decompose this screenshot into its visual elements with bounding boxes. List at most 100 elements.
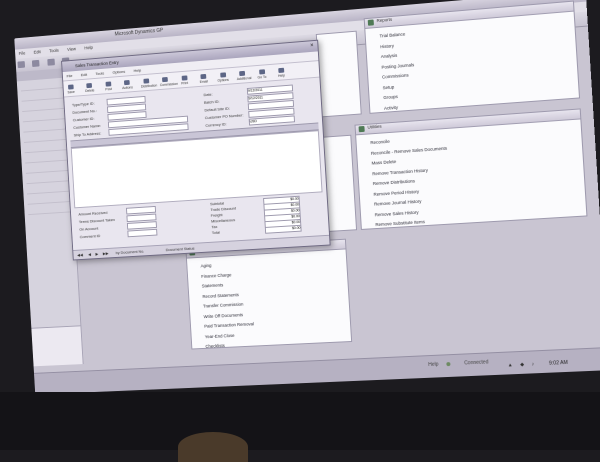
help-link[interactable]: Help <box>428 362 439 368</box>
distribution-icon <box>143 78 150 84</box>
dialog-menu-tools[interactable]: Tools <box>95 71 104 76</box>
last-record-icon[interactable]: ▶▶ <box>103 251 109 256</box>
customer-id-label: Customer ID: <box>72 115 95 123</box>
actions-button[interactable]: Actions <box>122 79 134 91</box>
previous-record-icon[interactable]: ◀ <box>88 252 91 257</box>
sort-order[interactable]: by Document No. <box>116 249 145 255</box>
customer-name-label: Customer Name: <box>73 123 102 130</box>
delete-label: Delete <box>85 88 95 93</box>
total-value: $0.00 <box>264 224 302 234</box>
forward-icon[interactable] <box>32 59 40 67</box>
document-no-label: Document No.: <box>72 108 97 115</box>
additional-label: Additional <box>236 76 252 82</box>
po-number-label: Customer PO Number: <box>204 112 244 121</box>
nav-item[interactable] <box>25 162 68 174</box>
routines-list: Aging Finance Charge Statements Record S… <box>187 249 351 352</box>
additional-icon <box>239 70 246 77</box>
options-icon <box>219 72 226 78</box>
nav-item[interactable] <box>27 193 70 205</box>
nav-item[interactable] <box>26 183 69 195</box>
close-icon[interactable]: × <box>310 41 314 52</box>
reports-list: Trial Balance History Analysis Posting J… <box>365 12 579 115</box>
menu-help[interactable]: Help <box>84 45 93 50</box>
comment-id-label: Comment ID <box>79 233 101 240</box>
first-record-icon[interactable]: ◀◀ <box>77 252 83 257</box>
total-label: Total <box>211 229 220 236</box>
email-button[interactable]: Email <box>198 73 210 85</box>
reports-icon <box>367 19 374 26</box>
menu-view[interactable]: View <box>67 46 76 51</box>
reports-title: Reports <box>376 16 393 24</box>
go-to-button[interactable]: Go To <box>256 69 268 80</box>
date-label: Date: <box>203 91 213 98</box>
menu-tools[interactable]: Tools <box>49 48 59 53</box>
commission-label: Commission <box>159 81 179 88</box>
menu-file[interactable]: File <box>19 51 26 56</box>
back-icon[interactable] <box>17 61 26 69</box>
post-icon <box>105 81 112 87</box>
commission-icon <box>162 76 169 83</box>
post-label: Post <box>105 87 112 92</box>
nav-item[interactable] <box>24 141 67 154</box>
dialog-menu-file[interactable]: File <box>66 73 72 78</box>
utilities-panel: Utilities Reconcile Reconcile - Remove S… <box>354 108 588 231</box>
currency-id-label: Currency ID: <box>205 121 227 128</box>
distribution-button[interactable]: Distribution <box>140 78 157 89</box>
menu-edit[interactable]: Edit <box>34 49 41 54</box>
nav-item[interactable] <box>27 203 71 216</box>
help-label: Help <box>277 73 286 78</box>
additional-button[interactable]: Additional <box>236 70 252 82</box>
amount-received-label: Amount Received <box>78 210 108 217</box>
save-button[interactable]: Save <box>65 84 77 95</box>
nav-item[interactable] <box>25 172 69 185</box>
options-button[interactable]: Options <box>217 72 229 83</box>
save-icon <box>67 84 74 90</box>
options-label: Options <box>217 77 229 83</box>
projector-floor <box>0 392 600 450</box>
home-icon[interactable] <box>47 58 55 66</box>
print-button[interactable]: Print <box>179 75 191 86</box>
nav-item[interactable] <box>24 152 67 164</box>
batch-id-label: Batch ID: <box>203 98 220 105</box>
clock: 9:02 AM <box>548 359 569 367</box>
post-button[interactable]: Post <box>103 81 115 92</box>
utilities-list: Reconcile Reconcile - Remove Sales Docum… <box>356 119 586 231</box>
delete-icon <box>86 82 93 89</box>
freight-label: Freight <box>210 212 223 218</box>
delete-button[interactable]: Delete <box>84 82 96 94</box>
reports-panel: Reports Trial Balance History Analysis P… <box>363 0 581 115</box>
system-tray[interactable]: ▲ ◆ ♪ <box>508 361 538 368</box>
routines-panel: Routines Aging Finance Charge Statements… <box>185 238 353 352</box>
comment-id-field[interactable] <box>127 228 158 238</box>
next-record-icon[interactable]: ▶ <box>95 251 98 256</box>
app-window: Microsoft Dynamics GP File Edit Tools Vi… <box>14 0 600 395</box>
dialog-menu-edit[interactable]: Edit <box>81 72 88 77</box>
window-title: Microsoft Dynamics GP <box>114 27 164 38</box>
document-status: Document Status <box>165 245 195 253</box>
commission-button[interactable]: Commission <box>159 76 178 88</box>
on-account-label: On Account <box>79 225 99 232</box>
help-button[interactable]: Help <box>275 67 287 79</box>
site-id-label: Default Site ID: <box>204 105 230 113</box>
go-to-icon <box>258 69 265 75</box>
ship-to-label: Ship To Address: <box>73 130 102 138</box>
print-icon <box>181 75 188 81</box>
nav-button-area[interactable] <box>31 325 83 367</box>
actions-icon <box>124 79 131 86</box>
connection-status: Connected <box>463 359 489 367</box>
tax-label: Tax <box>211 224 218 230</box>
connection-icon <box>446 362 451 367</box>
transaction-entry-dialog: Sales Transaction Entry × File Edit Tool… <box>61 39 331 261</box>
miscellaneous-label: Miscellaneous <box>210 217 236 224</box>
email-label: Email <box>199 79 209 85</box>
distribution-label: Distribution <box>140 83 158 89</box>
dialog-menu-options[interactable]: Options <box>112 69 125 75</box>
screen: Microsoft Dynamics GP File Edit Tools Vi… <box>8 0 600 453</box>
email-icon <box>200 73 207 80</box>
terms-discount-label: Terms Discount Taken <box>78 217 116 225</box>
dialog-title: Sales Transaction Entry <box>74 59 119 69</box>
dialog-menu-help[interactable]: Help <box>133 68 141 73</box>
status-bar: Help Connected ▲ ◆ ♪ 9:02 AM <box>33 347 600 395</box>
audience-head <box>178 432 248 462</box>
trade-discount-label: Trade Discount <box>210 205 237 213</box>
